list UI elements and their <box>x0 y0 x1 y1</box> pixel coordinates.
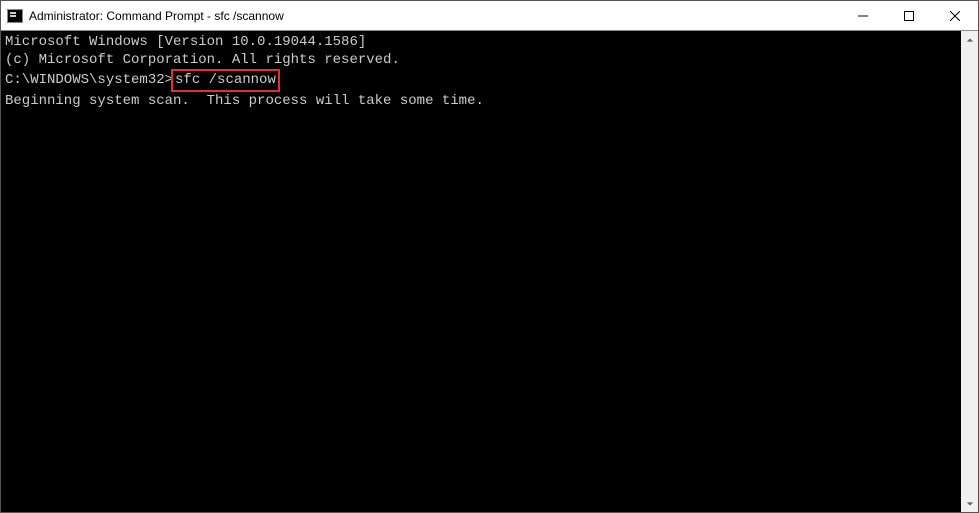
window-titlebar[interactable]: Administrator: Command Prompt - sfc /sca… <box>1 1 978 31</box>
maximize-icon <box>904 11 914 21</box>
window-title: Administrator: Command Prompt - sfc /sca… <box>29 9 840 23</box>
close-button[interactable] <box>932 1 978 30</box>
status-line: Beginning system scan. This process will… <box>5 92 957 110</box>
copyright-line: (c) Microsoft Corporation. All rights re… <box>5 51 957 69</box>
close-icon <box>950 11 960 21</box>
command-highlight: sfc /scannow <box>171 69 280 91</box>
scroll-down-button[interactable] <box>961 495 978 512</box>
terminal-output[interactable]: Microsoft Windows [Version 10.0.19044.15… <box>1 31 961 512</box>
version-line: Microsoft Windows [Version 10.0.19044.15… <box>5 33 957 51</box>
minimize-button[interactable] <box>840 1 886 30</box>
chevron-down-icon <box>966 500 974 508</box>
cmd-icon <box>7 9 23 23</box>
command-prompt-window: Administrator: Command Prompt - sfc /sca… <box>0 0 979 513</box>
content-area: Microsoft Windows [Version 10.0.19044.15… <box>1 31 978 512</box>
minimize-icon <box>858 11 868 21</box>
vertical-scrollbar[interactable] <box>961 31 978 512</box>
maximize-button[interactable] <box>886 1 932 30</box>
window-controls <box>840 1 978 30</box>
chevron-up-icon <box>966 36 974 44</box>
scroll-up-button[interactable] <box>961 31 978 48</box>
prompt-path: C:\WINDOWS\system32> <box>5 72 173 88</box>
command-text: sfc /scannow <box>175 72 276 88</box>
scroll-track[interactable] <box>961 48 978 495</box>
prompt-line: C:\WINDOWS\system32>sfc /scannow <box>5 69 957 91</box>
